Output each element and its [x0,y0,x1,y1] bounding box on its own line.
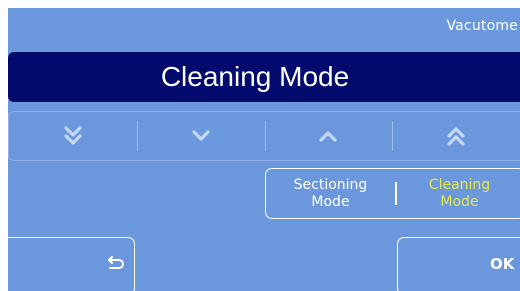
fast-down-button[interactable] [9,112,137,160]
sectioning-mode-label-line2: Mode [311,193,350,210]
navigation-row [8,111,520,161]
fast-up-button[interactable] [392,112,520,160]
ok-label: OK [490,255,515,273]
double-chevron-down-icon [62,125,84,147]
sectioning-mode-label-line1: Sectioning [293,176,368,193]
down-button[interactable] [136,112,265,160]
cleaning-mode-label-line1: Cleaning [428,176,491,193]
cleaning-mode-label-line2: Mode [440,193,479,210]
vacutome-screen: Vacutome Cleaning Mode Sectioning Mode C… [8,8,520,291]
title-bar: Cleaning Mode [8,52,520,102]
page-title: Cleaning Mode [160,61,350,92]
double-chevron-up-icon [445,125,467,147]
chevron-down-icon [190,128,212,144]
return-arrow-icon [104,256,126,278]
back-button[interactable] [8,237,135,291]
sectioning-mode-button[interactable]: Sectioning Mode [266,169,395,218]
mode-selector: Sectioning Mode Cleaning Mode [265,168,520,219]
chevron-up-icon [317,128,339,144]
brand-label: Vacutome [446,18,518,34]
cleaning-mode-button[interactable]: Cleaning Mode [395,169,520,218]
up-button[interactable] [264,112,393,160]
ok-button[interactable]: OK [397,237,520,291]
